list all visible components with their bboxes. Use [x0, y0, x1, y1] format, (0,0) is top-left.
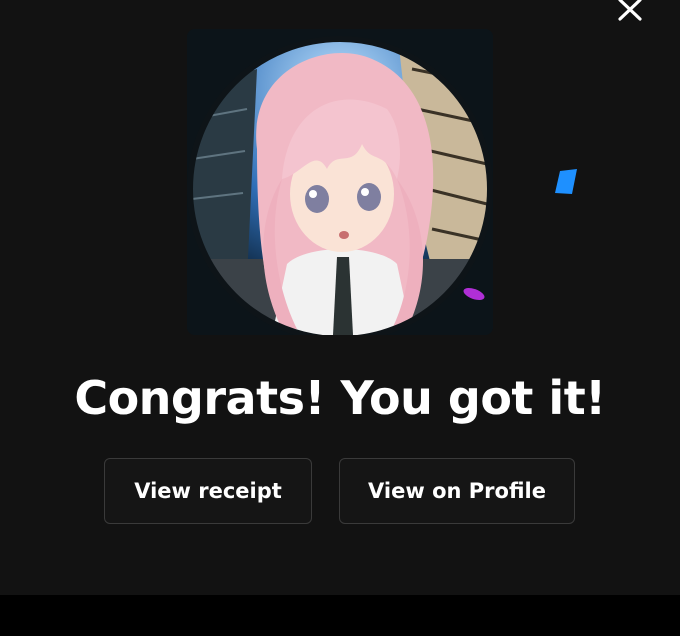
confetti-blue-icon — [555, 169, 577, 194]
close-button[interactable] — [612, 0, 648, 24]
bottom-bar — [0, 595, 680, 636]
confetti-pink-icon — [463, 287, 485, 301]
view-receipt-button[interactable]: View receipt — [104, 458, 312, 524]
close-icon — [618, 0, 642, 21]
congrats-headline: Congrats! You got it! — [74, 371, 606, 425]
purchase-success-dialog: Congrats! You got it! View receipt View … — [0, 0, 680, 595]
purchased-artwork-image — [187, 29, 493, 335]
view-on-profile-button[interactable]: View on Profile — [339, 458, 575, 524]
